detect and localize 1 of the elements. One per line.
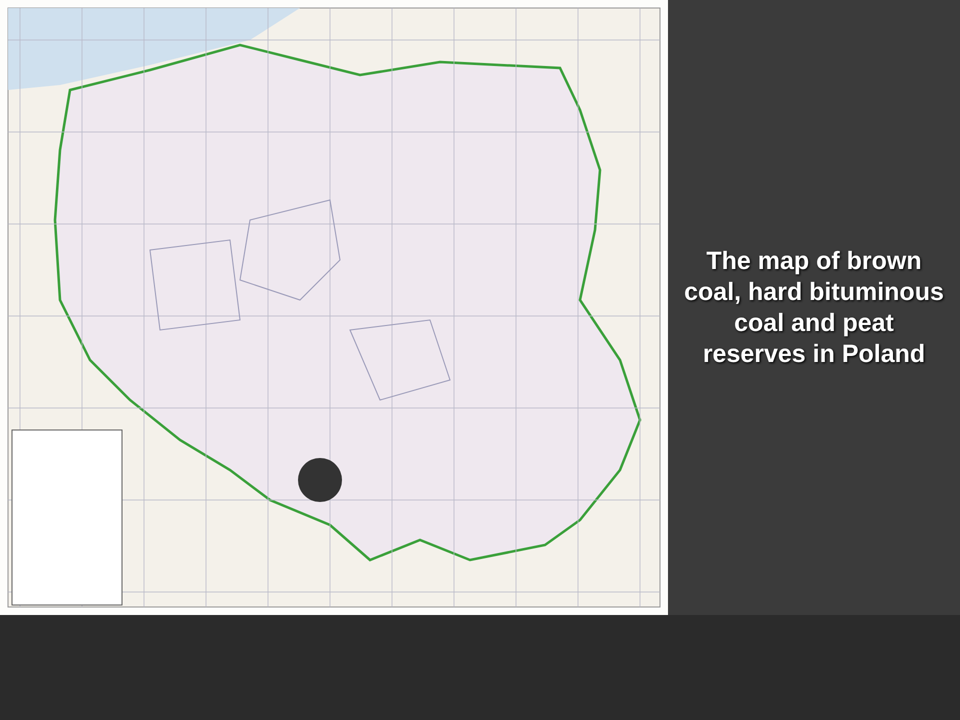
slide-caption: The map of brown coal, hard bituminous coal and peat reserves in Poland [684,246,944,370]
